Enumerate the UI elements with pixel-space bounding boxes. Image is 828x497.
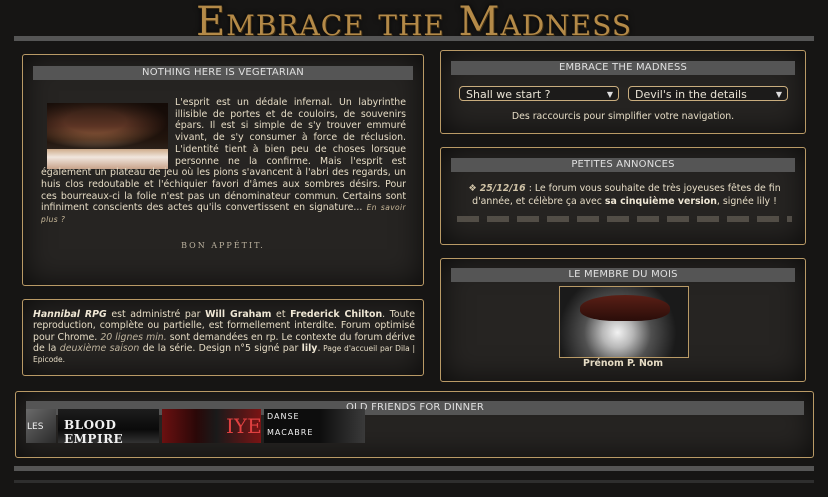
- admin-frederick-chilton[interactable]: Frederick Chilton: [290, 309, 382, 320]
- intro-heading: NOTHING HERE IS VEGETARIAN: [33, 66, 413, 80]
- shall-we-start-select[interactable]: Shall we start ? ▼: [459, 86, 619, 101]
- nav-panel: EMBRACE THE MADNESS Shall we start ? ▼ D…: [440, 50, 806, 134]
- admin-will-graham[interactable]: Will Graham: [205, 309, 271, 320]
- banner-label: LES: [27, 422, 44, 432]
- member-heading: LE MEMBRE DU MOIS: [451, 268, 795, 282]
- credits-text: Hannibal RPG est administré par Will Gra…: [33, 309, 415, 365]
- friends-panel: OLD FRIENDS FOR DINNER LES BLOOD EMPIRE …: [15, 391, 814, 458]
- annonce-date: 25/12/16: [479, 183, 526, 194]
- banner-label-2: MACABRE: [267, 428, 314, 437]
- select-1-value: Shall we start ?: [466, 88, 551, 101]
- annonce-highlight: sa cinquième version: [604, 196, 717, 207]
- friend-banner-les[interactable]: LES: [26, 409, 56, 443]
- select-2-value: Devil's in the details: [635, 88, 747, 101]
- top-divider: [14, 36, 814, 41]
- friend-banner-blood-empire[interactable]: BLOOD EMPIRE: [58, 409, 159, 443]
- friend-banner-danse-macabre[interactable]: DANSE MACABRE: [264, 409, 365, 443]
- annonces-heading: PETITES ANNONCES: [451, 158, 795, 172]
- banner-label: IYE: [226, 414, 261, 438]
- small-credit: Page d'accueil par Dila |: [320, 343, 415, 353]
- annonces-panel: PETITES ANNONCES ❖ 25/12/16 : Le forum v…: [440, 147, 806, 245]
- nav-heading: EMBRACE THE MADNESS: [451, 61, 795, 75]
- nav-hint: Des raccourcis pour simplifier votre nav…: [511, 111, 735, 122]
- designer-link[interactable]: lily: [302, 343, 318, 354]
- signoff-text: BON APPÉTIT.: [181, 241, 265, 250]
- annonce-text-2: , signée lily !: [716, 196, 777, 207]
- bottom-divider: [14, 466, 814, 471]
- season-text: deuxième saison: [59, 342, 140, 354]
- lines-min: 20 lignes min.: [100, 331, 167, 343]
- devils-details-select[interactable]: Devil's in the details ▼: [628, 86, 788, 101]
- credits-text-1: est administré par: [106, 309, 206, 320]
- banner-label: BLOOD EMPIRE: [64, 418, 124, 443]
- intro-text-block: L'esprit est un dédale infernal. Un laby…: [41, 97, 406, 226]
- chevron-down-icon: ▼: [775, 90, 782, 99]
- credits-text-5: de la série. Design n°5 signé par: [139, 342, 302, 354]
- member-avatar[interactable]: [559, 286, 689, 358]
- intro-panel: NOTHING HERE IS VEGETARIAN L'esprit est …: [22, 54, 424, 286]
- annonce-item: ❖ 25/12/16 : Le forum vous souhaite de t…: [457, 182, 792, 208]
- epicode-link[interactable]: Epicode.: [33, 355, 65, 364]
- credits-panel: Hannibal RPG est administré par Will Gra…: [22, 299, 424, 376]
- member-name[interactable]: Prénom P. Nom: [441, 358, 805, 369]
- banner-label: DANSE: [267, 412, 300, 421]
- bullet-icon: ❖: [468, 183, 477, 194]
- annonce-scroll-fade: [457, 216, 792, 222]
- bottom-divider-thin: [14, 480, 814, 483]
- member-panel: LE MEMBRE DU MOIS Prénom P. Nom: [440, 258, 806, 382]
- chevron-down-icon: ▼: [606, 90, 613, 99]
- friend-banner-iye[interactable]: IYE: [162, 409, 261, 443]
- game-name: Hannibal RPG: [33, 309, 107, 320]
- credits-text-2: et: [271, 309, 291, 320]
